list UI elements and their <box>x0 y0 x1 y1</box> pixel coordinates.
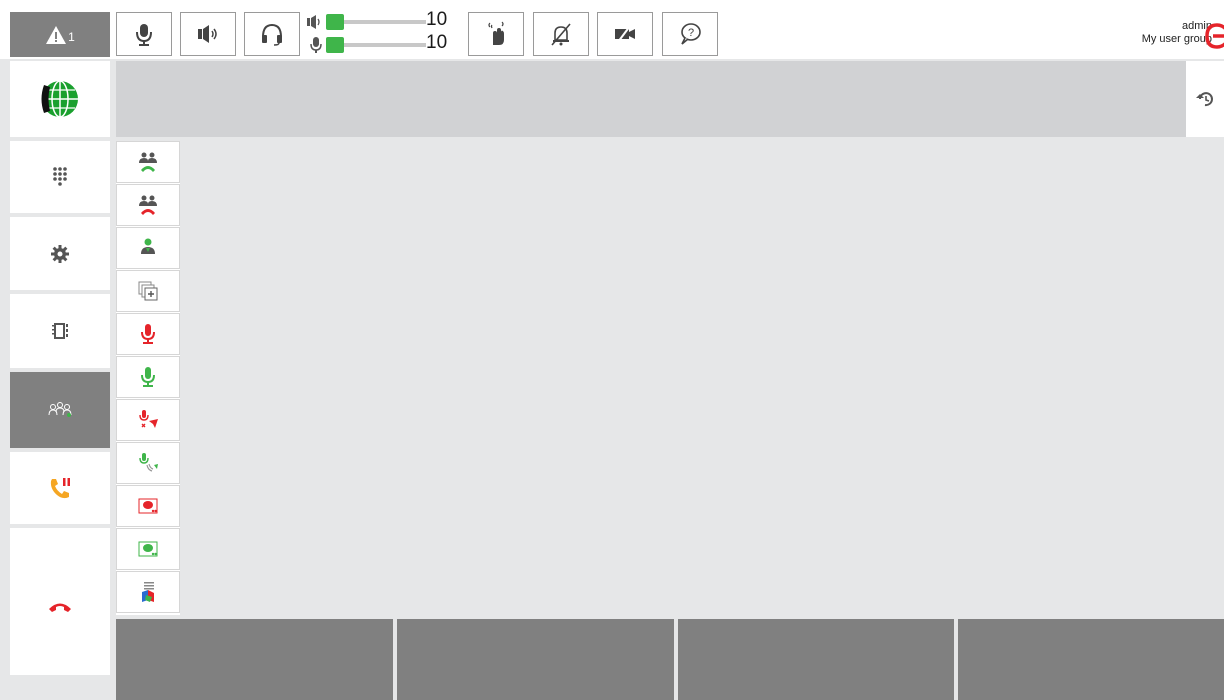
conference-participants-area <box>183 141 1224 615</box>
function-key-4[interactable] <box>958 619 1224 700</box>
group-answer-icon <box>139 152 157 172</box>
unmute-all-button[interactable] <box>116 442 180 484</box>
sidebar-item-hangup[interactable] <box>10 528 110 675</box>
history-icon <box>1196 92 1213 107</box>
volume-controls: 10 10 <box>306 9 462 58</box>
record-stop-button[interactable] <box>116 485 180 527</box>
function-key-3[interactable] <box>678 619 954 700</box>
globe-phone-icon <box>41 80 78 118</box>
speaker-volume: 10 <box>306 9 462 32</box>
mic-mute-all-icon <box>139 410 158 428</box>
svg-text:?: ? <box>688 27 694 39</box>
sidebar-item-hold[interactable] <box>10 452 110 524</box>
status-bar <box>116 61 1224 137</box>
user-group: My user group <box>1141 33 1212 45</box>
help-button[interactable]: ? <box>662 12 718 56</box>
alarm-count: 1 <box>68 29 75 44</box>
record-green-icon <box>138 541 158 557</box>
sidebar-item-network[interactable] <box>10 61 110 137</box>
app-window: 1 10 10 ? admin My user group <box>0 0 1224 700</box>
logout-icon[interactable] <box>1204 23 1224 49</box>
sidebar-item-settings[interactable] <box>10 217 110 290</box>
record-red-icon <box>138 498 158 514</box>
gesture-button[interactable] <box>468 12 524 56</box>
mic-small-icon <box>310 37 322 53</box>
keypad-icon <box>53 167 67 186</box>
microphone-icon <box>136 24 152 46</box>
headset-button[interactable] <box>244 12 300 56</box>
speaker-icon <box>198 25 217 43</box>
sidebar-item-keypad[interactable] <box>10 141 110 213</box>
microphone-button[interactable] <box>116 12 172 56</box>
color-layout-icon <box>142 582 154 602</box>
group-hangup-icon <box>139 195 157 215</box>
group-icon <box>48 402 72 417</box>
person-add-icon <box>141 238 155 254</box>
top-toolbar: 1 10 10 ? admin My user group <box>0 0 1224 59</box>
speaker-button[interactable] <box>180 12 236 56</box>
speaker-small-icon <box>307 15 320 29</box>
windows-plus-icon <box>138 281 158 301</box>
headset-icon <box>262 23 282 46</box>
bell-off-icon <box>551 23 571 46</box>
video-off-icon <box>615 25 635 43</box>
speaker-volume-knob[interactable] <box>326 14 344 30</box>
group-call-end-button[interactable] <box>116 184 180 226</box>
mic-volume-value: 10 <box>426 32 448 53</box>
mute-all-button[interactable] <box>116 399 180 441</box>
address-book-icon <box>52 323 68 339</box>
sidebar-item-conference[interactable] <box>10 372 110 448</box>
mic-green-icon <box>141 367 155 387</box>
gear-icon <box>51 244 69 263</box>
warning-icon <box>46 25 67 44</box>
mic-red-icon <box>141 324 155 344</box>
hand-wave-icon <box>488 21 504 45</box>
mic-volume-knob[interactable] <box>326 37 344 53</box>
user-info: admin My user group <box>1142 20 1212 46</box>
mic-volume: 10 <box>306 32 462 55</box>
call-hold-icon <box>50 478 70 499</box>
alarm-button[interactable]: 1 <box>10 12 110 57</box>
conference-toolbar <box>116 141 180 615</box>
mute-ringer-button[interactable] <box>533 12 589 56</box>
new-window-button[interactable] <box>116 270 180 312</box>
add-participant-button[interactable] <box>116 227 180 269</box>
group-call-answer-button[interactable] <box>116 141 180 183</box>
history-button[interactable] <box>1186 61 1224 137</box>
record-start-button[interactable] <box>116 528 180 570</box>
layout-button[interactable] <box>116 571 180 613</box>
function-key-2[interactable] <box>397 619 674 700</box>
hang-up-icon <box>49 603 71 612</box>
help-bubble-icon: ? <box>681 23 701 45</box>
mic-unmute-all-icon <box>139 453 158 472</box>
mute-mic-button[interactable] <box>116 313 180 355</box>
video-off-button[interactable] <box>597 12 653 56</box>
speaker-volume-value: 10 <box>426 9 448 30</box>
sidebar-item-phonebook[interactable] <box>10 294 110 368</box>
unmute-mic-button[interactable] <box>116 356 180 398</box>
user-name: admin <box>1182 20 1212 32</box>
function-key-1[interactable] <box>116 619 393 700</box>
